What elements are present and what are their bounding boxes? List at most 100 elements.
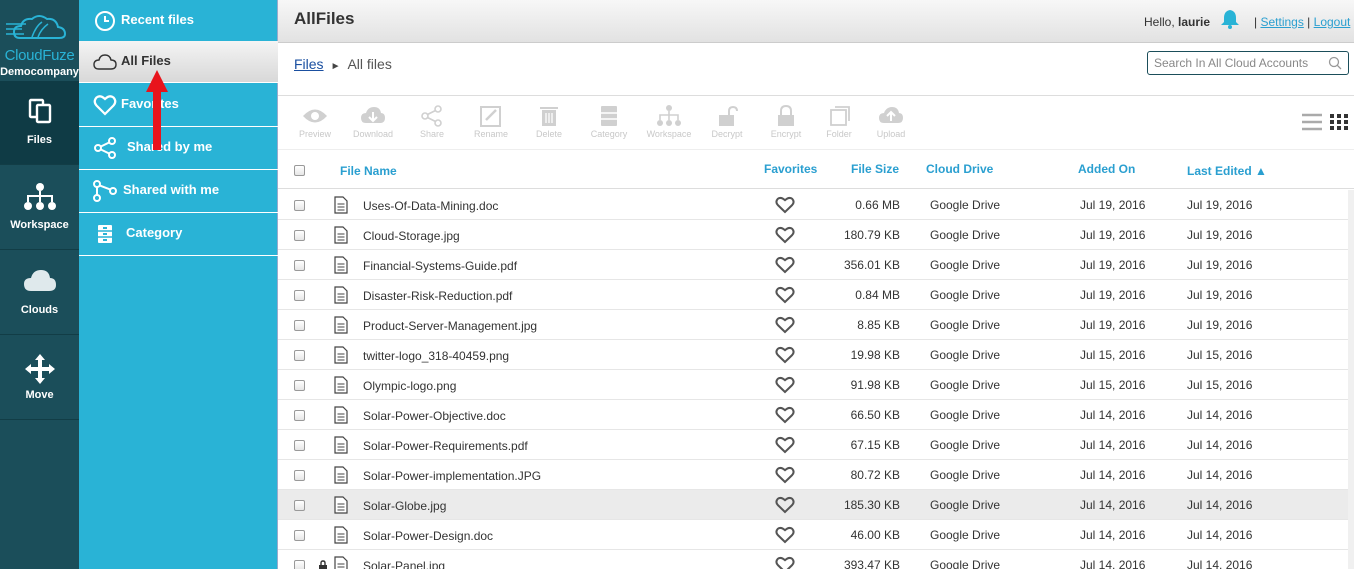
file-name-link[interactable]: Financial-Systems-Guide.pdf [363, 259, 517, 273]
file-name-link[interactable]: Olympic-logo.png [363, 379, 456, 393]
table-row[interactable]: Solar-Power-implementation.JPG 80.72 KB Go… [278, 460, 1354, 490]
shared-with-icon [93, 180, 117, 202]
file-name-link[interactable]: Solar-Power-Design.doc [363, 529, 493, 543]
category-button[interactable]: Category [583, 105, 635, 145]
category-icon [601, 106, 617, 126]
file-name-link[interactable]: twitter-logo_318-40459.png [363, 349, 509, 363]
row-checkbox[interactable] [294, 560, 305, 569]
last-edited: Jul 19, 2016 [1187, 198, 1253, 212]
folder-button[interactable]: Folder [813, 105, 865, 145]
cloudfuze-logo-icon [6, 15, 67, 39]
favorite-heart-icon[interactable] [775, 286, 795, 304]
file-name-link[interactable]: Solar-Power-Objective.doc [363, 409, 506, 423]
rail-item-clouds[interactable]: Clouds [0, 251, 79, 335]
column-file-name[interactable]: File Name [340, 164, 397, 178]
table-row[interactable]: Olympic-logo.png 91.98 KB Google Drive Jul … [278, 370, 1354, 400]
settings-link[interactable]: Settings [1260, 15, 1303, 29]
favorite-heart-icon[interactable] [775, 376, 795, 394]
last-edited: Jul 15, 2016 [1187, 348, 1253, 362]
search-input[interactable] [1154, 55, 1324, 71]
favorite-heart-icon[interactable] [775, 406, 795, 424]
row-checkbox[interactable] [294, 530, 305, 541]
favorite-heart-icon[interactable] [775, 436, 795, 454]
tool-label: Download [352, 129, 394, 139]
column-file-size[interactable]: File Size [851, 162, 899, 176]
row-checkbox[interactable] [294, 440, 305, 451]
added-on: Jul 14, 2016 [1080, 558, 1146, 569]
rail-item-workspace[interactable]: Workspace [0, 166, 79, 250]
brand-logo[interactable]: CloudFuze Democompany [0, 0, 79, 81]
favorite-heart-icon[interactable] [775, 256, 795, 274]
favorite-heart-icon[interactable] [775, 316, 795, 334]
search-icon[interactable] [1328, 56, 1342, 70]
row-checkbox[interactable] [294, 380, 305, 391]
table-row[interactable]: Solar-Power-Requirements.pdf 67.15 KB Goog… [278, 430, 1354, 460]
row-checkbox[interactable] [294, 260, 305, 271]
file-size: 185.30 KB [843, 498, 900, 512]
table-row[interactable]: Disaster-Risk-Reduction.pdf 0.84 MB Google… [278, 280, 1354, 310]
column-added-on[interactable]: Added On [1078, 162, 1135, 176]
file-name-link[interactable]: Disaster-Risk-Reduction.pdf [363, 289, 512, 303]
logout-link[interactable]: Logout [1314, 15, 1351, 29]
workspace-button[interactable]: Workspace [643, 105, 695, 145]
row-checkbox[interactable] [294, 320, 305, 331]
column-favorites[interactable]: Favorites [764, 162, 817, 176]
file-size: 67.15 KB [850, 438, 900, 452]
table-row[interactable]: Uses-Of-Data-Mining.doc 0.66 MB Google Dri… [278, 190, 1354, 220]
file-name-link[interactable]: Solar-Globe.jpg [363, 499, 446, 513]
decrypt-button[interactable]: Decrypt [701, 105, 753, 145]
rail-item-files[interactable]: Files [0, 81, 79, 165]
file-name-link[interactable]: Product-Server-Management.jpg [363, 319, 537, 333]
table-row[interactable]: Solar-Globe.jpg 185.30 KB Google Drive Jul … [278, 490, 1354, 520]
favorite-heart-icon[interactable] [775, 526, 795, 544]
favorite-heart-icon[interactable] [775, 496, 795, 514]
file-name-link[interactable]: Uses-Of-Data-Mining.doc [363, 199, 498, 213]
table-row[interactable]: Solar-Panel.jpg 393.47 KB Google Drive Jul … [278, 550, 1354, 569]
select-all-checkbox[interactable] [294, 165, 305, 176]
sidebar-item-all-files[interactable]: All Files [79, 41, 278, 83]
table-row[interactable]: Product-Server-Management.jpg 8.85 KB Goog… [278, 310, 1354, 340]
table-row[interactable]: Solar-Power-Objective.doc 66.50 KB Google … [278, 400, 1354, 430]
table-row[interactable]: Financial-Systems-Guide.pdf 356.01 KB Goog… [278, 250, 1354, 280]
breadcrumb-files-link[interactable]: Files [294, 56, 324, 72]
bell-icon[interactable] [1219, 9, 1241, 29]
row-checkbox[interactable] [294, 410, 305, 421]
file-name-link[interactable]: Solar-Power-Requirements.pdf [363, 439, 528, 453]
tool-label: Share [419, 129, 445, 139]
row-checkbox[interactable] [294, 500, 305, 511]
column-cloud-drive[interactable]: Cloud Drive [926, 162, 993, 176]
row-checkbox[interactable] [294, 470, 305, 481]
share-button[interactable]: Share [406, 105, 458, 145]
column-last-edited[interactable]: Last Edited ▲ [1187, 164, 1267, 178]
sidebar-item-shared-by-me[interactable]: Shared by me [79, 127, 278, 170]
favorite-heart-icon[interactable] [775, 346, 795, 364]
table-row[interactable]: Solar-Power-Design.doc 46.00 KB Google Dri… [278, 520, 1354, 550]
preview-button[interactable]: Preview [289, 105, 341, 145]
rail-item-move[interactable]: Move [0, 336, 79, 420]
favorite-heart-icon[interactable] [775, 556, 795, 569]
sidebar-item-shared-with-me[interactable]: Shared with me [79, 170, 278, 213]
download-button[interactable]: Download [347, 105, 399, 145]
grid-view-icon[interactable] [1329, 113, 1349, 131]
table-row[interactable]: Cloud-Storage.jpg 180.79 KB Google Drive Ju… [278, 220, 1354, 250]
sidebar-item-favorites[interactable]: Favorites [79, 84, 278, 127]
favorite-heart-icon[interactable] [775, 466, 795, 484]
favorite-heart-icon[interactable] [775, 226, 795, 244]
favorite-heart-icon[interactable] [775, 196, 795, 214]
rename-button[interactable]: Rename [465, 105, 517, 145]
scrollbar[interactable] [1348, 190, 1354, 569]
row-checkbox[interactable] [294, 200, 305, 211]
encrypt-button[interactable]: Encrypt [760, 105, 812, 145]
upload-button[interactable]: Upload [865, 105, 917, 145]
delete-button[interactable]: Delete [523, 105, 575, 145]
row-checkbox[interactable] [294, 290, 305, 301]
row-checkbox[interactable] [294, 230, 305, 241]
row-checkbox[interactable] [294, 350, 305, 361]
file-name-link[interactable]: Solar-Power-implementation.JPG [363, 469, 541, 483]
file-name-link[interactable]: Cloud-Storage.jpg [363, 229, 460, 243]
sidebar-item-category[interactable]: Category [79, 213, 278, 256]
sidebar-item-recent-files[interactable]: Recent files [79, 0, 278, 43]
file-name-link[interactable]: Solar-Panel.jpg [363, 559, 445, 569]
table-row[interactable]: twitter-logo_318-40459.png 19.98 KB Google… [278, 340, 1354, 370]
list-view-icon[interactable] [1301, 113, 1323, 131]
